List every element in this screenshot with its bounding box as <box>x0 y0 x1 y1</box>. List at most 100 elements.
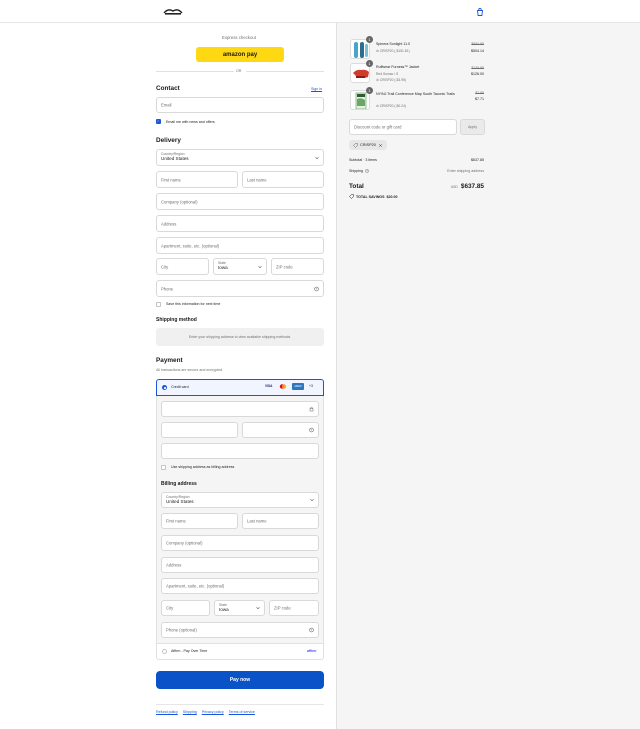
remove-icon[interactable] <box>378 143 383 148</box>
help-icon[interactable]: ? <box>309 627 314 633</box>
billing-same-checkbox[interactable] <box>161 465 166 470</box>
payment-subtitle: All transactions are secure and encrypte… <box>156 368 224 372</box>
quantity-badge: 1 <box>366 60 373 67</box>
state-value: Iowa <box>218 265 228 270</box>
terms-of-service-link[interactable]: Terms of service <box>229 710 255 714</box>
applied-discount-tag: CRISP20 <box>349 140 387 150</box>
billing-zip-field[interactable]: ZIP code <box>269 600 319 616</box>
billing-apartment-field[interactable]: Apartment, suite, etc. (optional) <box>161 578 319 594</box>
item-price: $504.14 <box>471 49 484 53</box>
company-field[interactable]: Company (optional) <box>156 193 324 210</box>
subtotal-value: $637.85 <box>471 158 484 162</box>
shipping-label: Shipping <box>349 169 363 173</box>
state-select[interactable]: State Iowa <box>213 258 267 275</box>
tag-icon <box>353 142 358 148</box>
item-original-price: $129.95 <box>471 66 484 70</box>
apply-button[interactable]: Apply <box>460 119 485 135</box>
privacy-policy-link[interactable]: Privacy policy <box>202 710 224 714</box>
more-cards-label: +3 <box>309 384 313 388</box>
credit-card-option[interactable]: Credit card VISA AMEX +3 <box>156 379 324 396</box>
amex-icon: AMEX <box>292 383 304 390</box>
amazon-pay-button[interactable]: amazon pay <box>196 47 284 62</box>
country-value: United States <box>161 156 189 161</box>
total-value: $637.85 <box>460 183 484 190</box>
credit-card-radio[interactable] <box>162 385 167 390</box>
refund-policy-link[interactable]: Refund policy <box>156 710 178 714</box>
check-icon <box>157 120 159 122</box>
info-icon[interactable]: ? <box>365 169 369 173</box>
sign-in-link[interactable]: Sign in <box>311 87 322 91</box>
pay-now-button[interactable]: Pay now <box>156 671 324 689</box>
billing-first-name-field[interactable]: First name <box>161 513 238 529</box>
name-on-card-field[interactable] <box>161 443 319 459</box>
shipping-method-message: Enter your shipping address to view avai… <box>188 335 292 339</box>
affirm-radio[interactable] <box>162 649 167 654</box>
discount-code-field[interactable]: Discount code or gift card <box>349 119 457 135</box>
chevron-down-icon <box>258 265 262 268</box>
savings-value: $20.00 <box>386 194 398 199</box>
phone-field[interactable]: Phone ? <box>156 280 324 297</box>
billing-address-field[interactable]: Address <box>161 557 319 573</box>
chevron-down-icon <box>310 499 314 502</box>
lock-icon <box>309 406 314 412</box>
billing-phone-field[interactable]: Phone (optional) ? <box>161 622 319 638</box>
first-name-field[interactable]: First name <box>156 171 238 188</box>
cart-icon[interactable] <box>475 7 485 17</box>
billing-city-placeholder: City <box>166 605 174 611</box>
newsletter-checkbox[interactable] <box>156 119 161 124</box>
apartment-placeholder: Apartment, suite, etc. (optional) <box>161 243 220 248</box>
credit-card-label: Credit card <box>171 385 189 389</box>
help-icon[interactable]: ? <box>314 286 319 291</box>
item-name: Spinera Sunlight 11.0 <box>376 42 411 46</box>
security-code-field[interactable]: ? <box>242 422 319 438</box>
help-icon[interactable]: ? <box>309 427 314 433</box>
card-number-field[interactable] <box>161 401 319 417</box>
newsletter-label: Email me with news and offers <box>166 120 215 124</box>
zip-field[interactable]: ZIP code <box>271 258 324 275</box>
chevron-down-icon <box>256 607 260 610</box>
quantity-badge: 1 <box>366 36 373 43</box>
country-select[interactable]: Country/Region United States <box>156 149 324 166</box>
item-discount: ⊘ CRISP20 (-$3.95) <box>376 78 406 82</box>
city-field[interactable]: City <box>156 258 209 275</box>
savings-label: TOTAL SAVINGS <box>356 194 385 199</box>
save-info-checkbox[interactable] <box>156 302 161 307</box>
shipping-policy-link[interactable]: Shipping <box>183 710 197 714</box>
divider-right <box>246 71 324 72</box>
item-original-price: $654.95 <box>471 42 484 46</box>
billing-last-name-placeholder: Last name <box>247 518 267 524</box>
apartment-field[interactable]: Apartment, suite, etc. (optional) <box>156 237 324 254</box>
header <box>0 0 640 23</box>
item-price: $7.71 <box>475 97 484 101</box>
payment-heading: Payment <box>156 357 183 364</box>
amazon-pay-label: amazon pay <box>222 51 258 58</box>
total-label: Total <box>349 183 364 190</box>
affirm-option[interactable]: Affirm - Pay Over Time affirm <box>156 643 324 660</box>
store-logo[interactable] <box>163 7 183 16</box>
address-placeholder: Address <box>161 221 177 226</box>
item-discount: ⊘ CRISP20 (-$151.81) <box>376 49 410 53</box>
express-checkout-label: Express checkout <box>222 35 256 40</box>
expiration-field[interactable] <box>161 422 238 438</box>
billing-city-field[interactable]: City <box>161 600 210 616</box>
item-discount: ⊘ CRISP20 (-$0.24) <box>376 104 406 108</box>
affirm-label: Affirm - Pay Over Time <box>171 649 208 653</box>
svg-text:?: ? <box>311 428 313 432</box>
last-name-placeholder: Last name <box>247 177 267 182</box>
item-name: Ruffwear Furness™ Jacket <box>376 65 420 69</box>
last-name-field[interactable]: Last name <box>242 171 324 188</box>
affirm-logo: affirm <box>307 649 317 653</box>
billing-country-select[interactable]: Country/Region United States <box>161 492 319 508</box>
billing-first-name-placeholder: First name <box>166 518 186 524</box>
billing-state-select[interactable]: State Iowa <box>214 600 265 616</box>
billing-last-name-field[interactable]: Last name <box>242 513 319 529</box>
billing-heading: Billing address <box>161 481 197 487</box>
email-field[interactable]: Email <box>156 97 324 113</box>
discount-placeholder: Discount code or gift card <box>354 124 402 130</box>
email-placeholder: Email <box>161 102 172 108</box>
address-field[interactable]: Address <box>156 215 324 232</box>
footer-divider <box>156 704 324 705</box>
billing-company-field[interactable]: Company (optional) <box>161 535 319 551</box>
item-discount-text: CRISP20 (-$0.24) <box>379 104 406 108</box>
billing-country-value: United States <box>166 499 194 504</box>
